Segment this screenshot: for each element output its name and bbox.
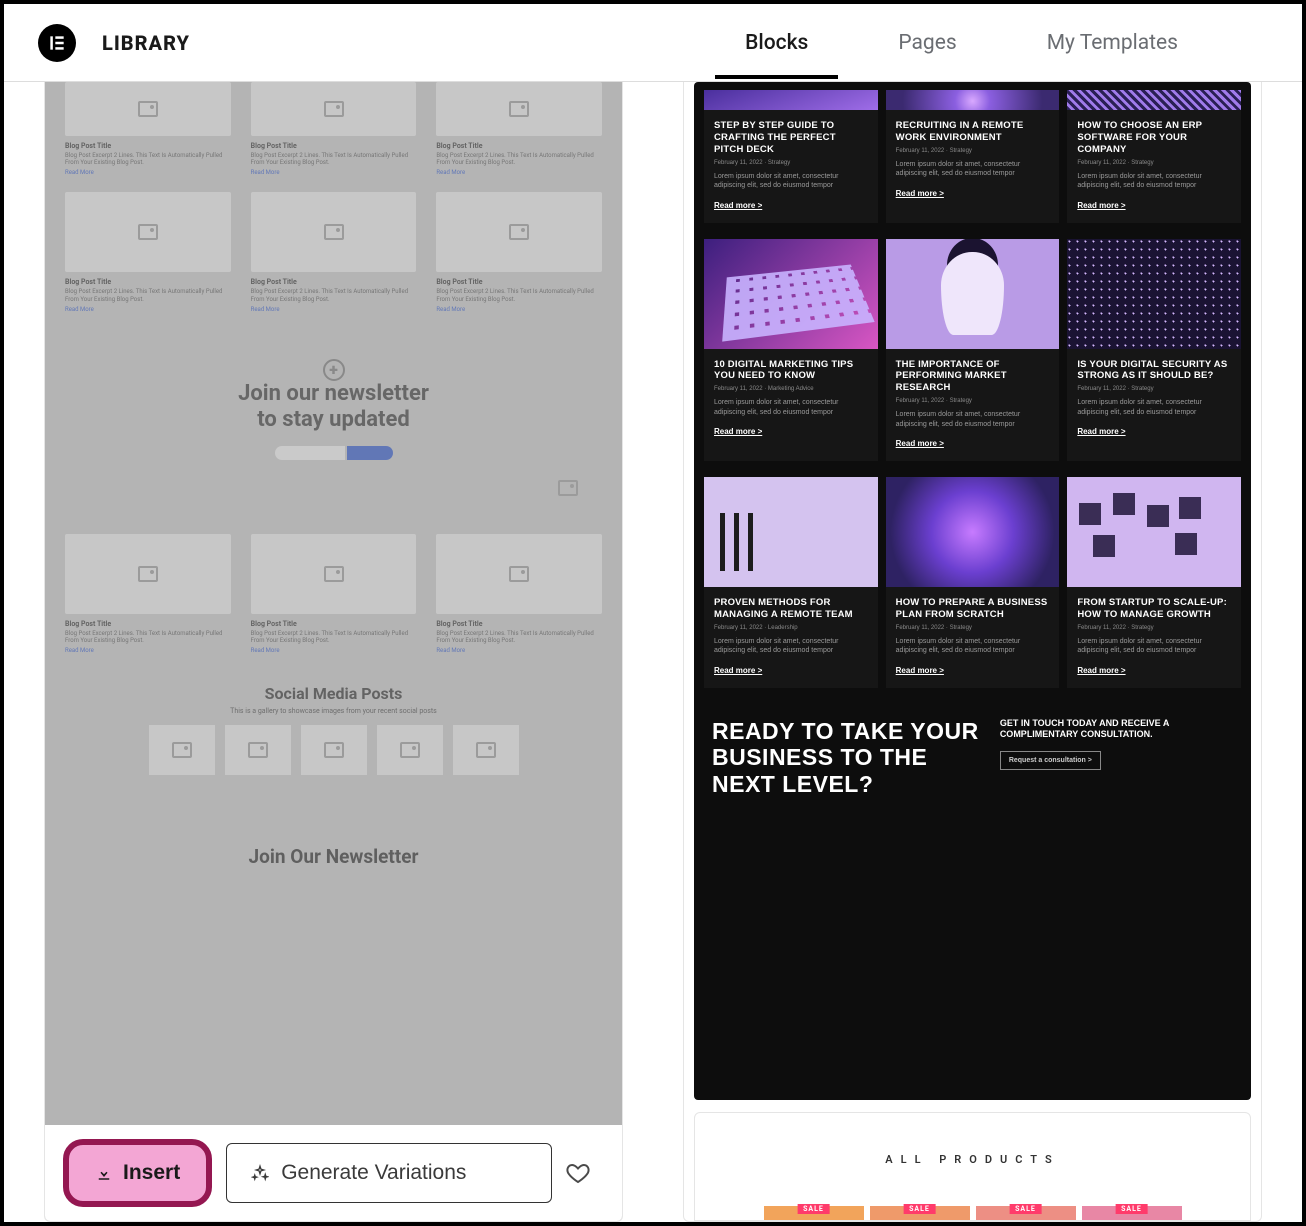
tab-my-templates[interactable]: My Templates bbox=[1047, 31, 1178, 79]
tab-blocks[interactable]: Blocks bbox=[745, 31, 808, 79]
wire-newsletter2: Join Our Newsletter bbox=[65, 845, 602, 868]
wire-social-heading: Social Media Posts bbox=[65, 684, 602, 703]
favorite-button[interactable] bbox=[566, 1161, 590, 1185]
sparkle-icon bbox=[251, 1164, 269, 1182]
add-section-icon bbox=[323, 359, 345, 381]
template-card-right[interactable]: STEP BY STEP GUIDE TO CRAFTING THE PERFE… bbox=[683, 82, 1262, 1222]
insert-highlight: Insert bbox=[63, 1139, 212, 1207]
template-card-products[interactable]: ALL PRODUCTS SALE SALE SALE SALE bbox=[694, 1112, 1251, 1221]
tab-pages[interactable]: Pages bbox=[898, 31, 956, 79]
products-heading: ALL PRODUCTS bbox=[695, 1153, 1250, 1166]
insert-button[interactable]: Insert bbox=[73, 1149, 202, 1197]
generate-variations-button[interactable]: Generate Variations bbox=[226, 1143, 552, 1203]
library-title: LIBRARY bbox=[102, 31, 190, 55]
download-icon bbox=[95, 1164, 113, 1182]
wire-social-sub: This is a gallery to showcase images fro… bbox=[65, 707, 602, 715]
wire-title: Blog Post Title bbox=[65, 142, 231, 150]
wire-excerpt: Blog Post Excerpt 2 Lines. This Text Is … bbox=[65, 152, 231, 166]
elementor-logo bbox=[38, 24, 76, 62]
template-card-left[interactable]: Blog Post Title Blog Post Excerpt 2 Lines… bbox=[44, 82, 623, 1222]
wire-readmore: Read More bbox=[65, 169, 231, 176]
cta-sub: GET IN TOUCH TODAY AND RECEIVE A COMPLIM… bbox=[1000, 718, 1233, 741]
wire-newsletter-hero: Join our newsletterto stay updated bbox=[65, 321, 602, 514]
generate-label: Generate Variations bbox=[281, 1161, 466, 1185]
cta-heading: READY TO TAKE YOUR BUSINESS TO THE NEXT … bbox=[712, 718, 992, 797]
insert-label: Insert bbox=[123, 1161, 180, 1185]
cta-button: Request a consultation > bbox=[1000, 751, 1101, 770]
